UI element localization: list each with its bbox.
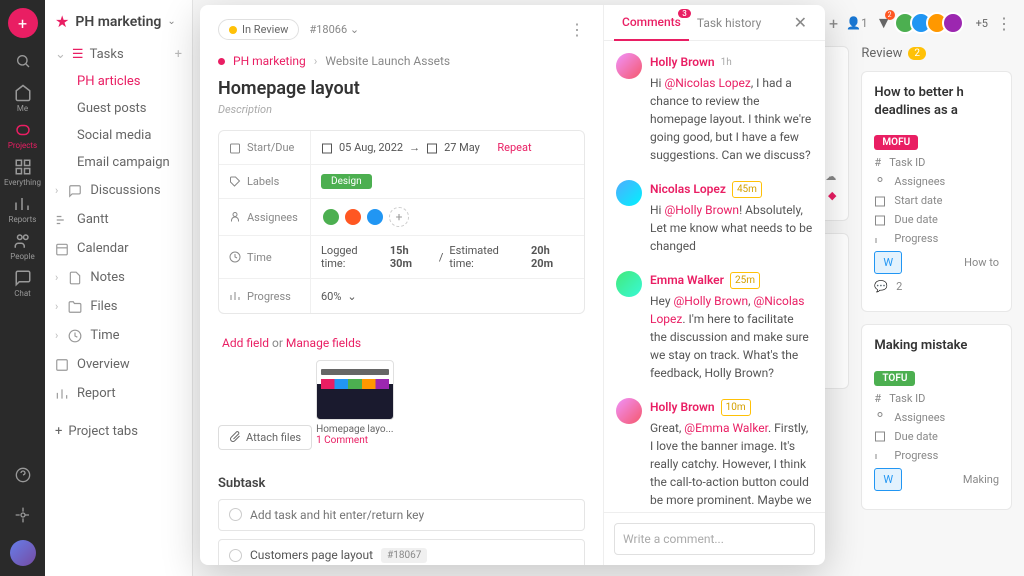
comment-author[interactable]: Holly Brown [650,398,715,416]
sidebar-time[interactable]: Time [55,321,182,350]
progress-field[interactable]: 60% ⌄ [311,279,584,313]
nav-rail: + Me Projects Everything Reports People … [0,0,45,576]
mention[interactable]: @Nicolas Lopez [664,76,750,90]
sidebar-files[interactable]: Files [55,292,182,321]
rail-everything[interactable]: Everything [4,158,41,187]
comment-input[interactable]: Write a comment... [614,523,815,555]
sidebar-social-media[interactable]: Social media [55,122,182,149]
labels-field[interactable]: Design [311,165,584,198]
assignees-field[interactable]: + [311,199,584,235]
add-assignee-icon[interactable]: + [389,207,409,227]
board-card[interactable]: Making mistake TOFU #Task ID Assignees D… [861,324,1012,509]
comment-avatar[interactable] [616,53,642,79]
date-field[interactable]: 05 Aug, 2022→27 May Repeat [311,131,584,164]
project-header[interactable]: ★ PH marketing ⌄ [55,12,182,31]
comment-time: 25m [730,272,760,289]
add-field-link[interactable]: Add field [222,336,269,350]
comment-avatar[interactable] [616,271,642,297]
add-field-row: Add field or Manage fields [218,326,585,360]
help-icon[interactable] [8,460,38,490]
user-avatar[interactable] [10,540,36,566]
comment: Holly Brown1h Hi @Nicolas Lopez, I had a… [616,53,813,164]
breadcrumb-project[interactable]: PH marketing [233,54,306,68]
sidebar-discussions[interactable]: Discussions [55,176,182,205]
mention[interactable]: @Holly Brown [674,294,749,308]
sidebar-email-campaign[interactable]: Email campaign [55,149,182,176]
comment: Nicolas Lopez45m Hi @Holly Brown! Absolu… [616,180,813,255]
search-icon[interactable] [8,46,38,76]
rail-people[interactable]: People [10,232,34,261]
sidebar-calendar[interactable]: Calendar [55,234,182,263]
add-icon[interactable]: + [829,14,838,33]
comment: Emma Walker25m Hey @Holly Brown, @Nicola… [616,271,813,382]
tofu-tag: TOFU [874,371,915,386]
rail-chat[interactable]: Chat [14,269,32,298]
comments-list: Holly Brown1h Hi @Nicolas Lopez, I had a… [604,41,825,512]
new-button[interactable]: + [8,8,38,38]
sidebar-guest-posts[interactable]: Guest posts [55,95,182,122]
mention[interactable]: @Emma Walker [684,421,768,435]
task-title[interactable]: Homepage layout [218,78,585,99]
task-id: #18066 ⌄ [309,23,359,36]
chevron-down-icon: ⌄ [167,16,175,27]
task-modal: In Review #18066 ⌄ ⋮ PH marketing › Webs… [200,5,825,565]
sidebar-overview[interactable]: Overview [55,350,182,379]
board-card[interactable]: How to better h deadlines as a MOFU #Tas… [861,71,1012,312]
task-fields: Start/Due 05 Aug, 2022→27 May Repeat Lab… [218,130,585,314]
attachment-thumbnail[interactable]: Homepage layo... 1 Comment [316,360,396,446]
close-icon[interactable]: ✕ [786,5,815,40]
comment-author[interactable]: Nicolas Lopez [650,180,726,198]
status-pill[interactable]: In Review [218,19,299,40]
time-field[interactable]: Logged time: 15h 30m / Estimated time: 2… [311,236,584,278]
subtask-item[interactable]: Customers page layout#18067 [218,539,585,566]
user-count[interactable]: 👤1 [846,16,868,30]
comment-time: 1h [721,55,732,70]
repeat-link[interactable]: Repeat [497,141,531,154]
subtask-input[interactable] [218,499,585,531]
comment-input-wrap: Write a comment... [604,512,825,565]
tasks-section[interactable]: ⌄ ☰ Tasks + [55,41,182,68]
add-project-tabs[interactable]: +Project tabs [55,416,182,447]
kebab-icon[interactable]: ⋮ [996,14,1012,33]
filter-icon[interactable]: ▼2 [876,13,892,33]
rail-me[interactable]: Me [14,84,32,113]
mention[interactable]: @Holly Brown [664,203,739,217]
more-users[interactable]: +5 [976,17,988,30]
comment-avatar[interactable] [616,180,642,206]
comment-author[interactable]: Emma Walker [650,271,724,289]
settings-icon[interactable] [8,500,38,530]
manage-fields-link[interactable]: Manage fields [286,336,361,350]
comment: Holly Brown10m Great, @Emma Walker. Firs… [616,398,813,512]
team-avatars[interactable] [900,12,964,34]
comment-time: 45m [732,181,762,198]
tab-comments[interactable]: Comments3 [614,5,689,41]
attach-files-button[interactable]: Attach files [218,425,312,450]
mofu-tag: MOFU [874,135,918,150]
kebab-icon[interactable]: ⋮ [569,20,585,39]
sidebar-ph-articles[interactable]: PH articles [55,68,182,95]
star-icon: ★ [55,12,69,31]
sidebar-gantt[interactable]: Gantt [55,205,182,234]
tab-task-history[interactable]: Task history [689,6,770,40]
add-task-icon[interactable]: + [175,47,182,62]
comment-avatar[interactable] [616,398,642,424]
project-title: PH marketing [75,14,161,30]
project-sidebar: ★ PH marketing ⌄ ⌄ ☰ Tasks + PH articles… [45,0,193,576]
breadcrumb-page[interactable]: Website Launch Assets [325,54,450,68]
rail-reports[interactable]: Reports [9,195,37,224]
rail-projects[interactable]: Projects [8,121,37,150]
task-description[interactable]: Description [218,103,585,116]
sidebar-report[interactable]: Report [55,379,182,408]
breadcrumb: PH marketing › Website Launch Assets [218,54,585,68]
comment-time: 10m [721,399,751,416]
subtask-heading: Subtask [218,476,585,491]
sidebar-notes[interactable]: Notes [55,263,182,292]
column-header: Review2 [861,46,1012,61]
comment-author[interactable]: Holly Brown [650,53,715,71]
